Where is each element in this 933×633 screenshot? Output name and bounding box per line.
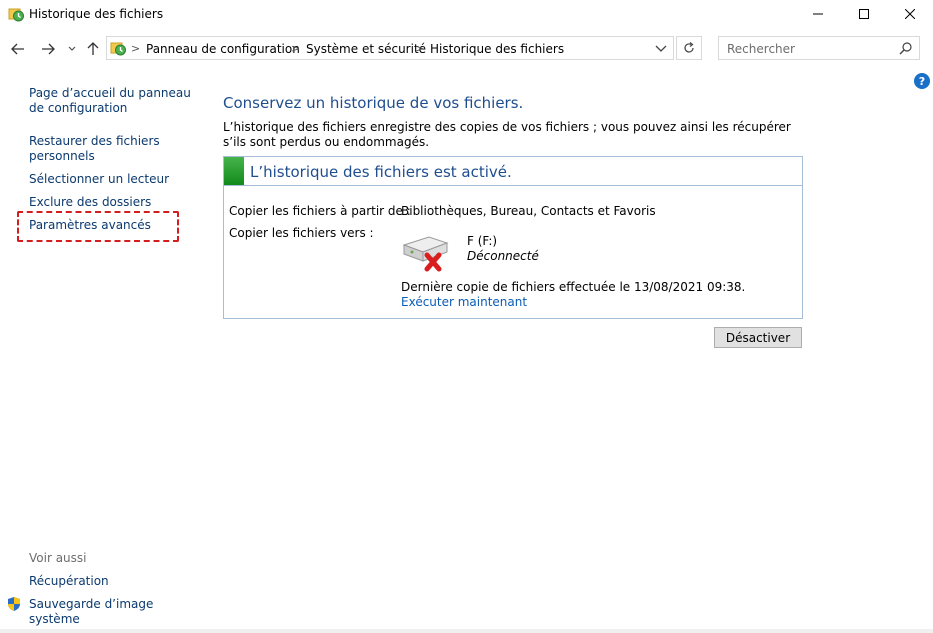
arrow-left-icon (11, 43, 24, 55)
up-button[interactable] (84, 40, 102, 58)
bottom-edge (0, 629, 933, 633)
title-bar: Historique des fichiers (0, 0, 933, 28)
maximize-button[interactable] (841, 0, 887, 28)
chevron-right-icon: > (131, 42, 141, 55)
status-text: L’historique des fichiers est activé. (250, 163, 512, 181)
back-button[interactable] (9, 40, 27, 58)
copy-to-label: Copier les fichiers vers : (229, 226, 374, 240)
last-copy-text: Dernière copie de fichiers effectuée le … (401, 280, 746, 294)
status-indicator (224, 157, 244, 185)
disable-button[interactable]: Désactiver (714, 327, 802, 348)
drive-name: F (F:) (467, 234, 498, 248)
search-placeholder: Rechercher (727, 42, 795, 56)
run-now-link[interactable]: Exécuter maintenant (401, 295, 527, 309)
help-icon[interactable]: ? (914, 73, 930, 89)
sidebar-link-restore-files[interactable]: Restaurer des fichiers personnels (29, 134, 204, 164)
maximize-icon (859, 9, 869, 19)
breadcrumb-file-history[interactable]: Historique des fichiers (430, 42, 564, 56)
status-header: L’historique des fichiers est activé. (224, 157, 802, 186)
status-panel: L’historique des fichiers est activé. Co… (223, 156, 803, 319)
highlight-box (17, 211, 179, 242)
drive-state: Déconnecté (467, 249, 539, 263)
uac-shield-icon (6, 596, 22, 612)
minimize-button[interactable] (795, 0, 841, 28)
minimize-icon (813, 13, 823, 15)
search-box[interactable]: Rechercher (718, 36, 920, 60)
chevron-right-icon: > (291, 42, 301, 55)
recent-locations-button[interactable] (63, 40, 81, 58)
refresh-icon (684, 42, 694, 53)
copy-from-label: Copier les fichiers à partir de : (229, 204, 411, 218)
close-icon (905, 9, 915, 19)
file-history-icon (110, 40, 126, 56)
see-also-system-image-link[interactable]: Sauvegarde d’image système (29, 597, 204, 627)
sidebar-link-control-panel-home[interactable]: Page d’accueil du panneau de configurati… (29, 86, 204, 116)
page-title: Conservez un historique de vos fichiers. (223, 94, 524, 112)
sidebar-link-exclude-folders[interactable]: Exclure des dossiers (29, 195, 204, 210)
arrow-right-icon (42, 43, 55, 55)
chevron-right-icon: > (415, 42, 425, 55)
chevron-down-icon (68, 46, 76, 51)
close-button[interactable] (887, 0, 933, 28)
chevron-down-icon (655, 45, 667, 52)
search-icon (899, 42, 912, 58)
window-title: Historique des fichiers (29, 7, 164, 21)
see-also-heading: Voir aussi (29, 551, 87, 565)
address-bar[interactable]: > Panneau de configuration > Système et … (106, 36, 674, 60)
see-also-recovery-link[interactable]: Récupération (29, 574, 204, 589)
file-history-icon (8, 6, 24, 22)
copy-from-value: Bibliothèques, Bureau, Contacts et Favor… (401, 204, 656, 218)
breadcrumb-system-security[interactable]: Système et sécurité (306, 42, 426, 56)
breadcrumb-control-panel[interactable]: Panneau de configuration (146, 42, 300, 56)
page-description: L’historique des fichiers enregistre des… (223, 120, 791, 149)
refresh-button[interactable] (676, 36, 702, 60)
arrow-up-icon (87, 42, 99, 55)
sidebar-link-select-drive[interactable]: Sélectionner un lecteur (29, 172, 204, 187)
disconnected-drive-icon (401, 231, 453, 275)
forward-button[interactable] (39, 40, 57, 58)
address-dropdown-button[interactable] (655, 41, 667, 58)
